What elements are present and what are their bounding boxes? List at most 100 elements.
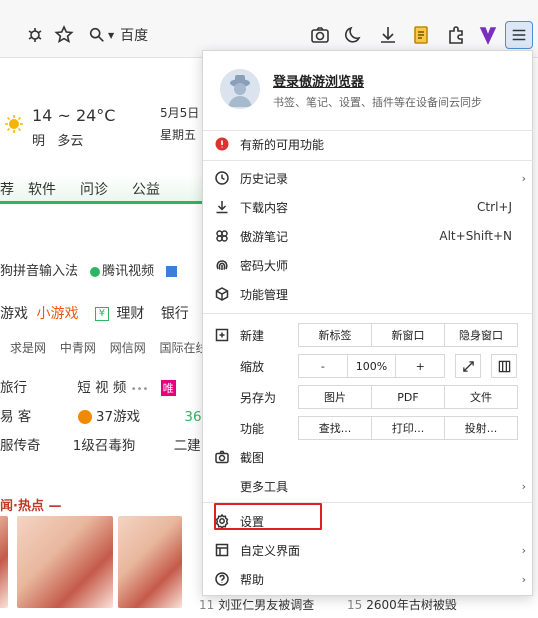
shortcut-label: Ctrl+J <box>477 200 512 214</box>
new-tab-button[interactable]: 新标签 <box>299 324 372 346</box>
menu-item-label: 密码大师 <box>240 258 289 273</box>
camera-icon[interactable] <box>309 24 331 46</box>
menu-item-customize-ui[interactable]: 自定义界面 › <box>203 537 534 563</box>
link[interactable]: 旅行 <box>0 380 27 396</box>
menu-item-settings[interactable]: 设置 <box>203 508 534 534</box>
puzzle-extensions-icon[interactable] <box>445 24 467 46</box>
link[interactable]: 国际在线 <box>160 341 208 355</box>
link[interactable]: 36 <box>184 409 201 425</box>
trending-item[interactable]: 11 刘亚仁男友被调查 <box>199 596 314 613</box>
nav-item[interactable]: 软件 <box>28 179 56 199</box>
search-engine-selector[interactable]: ▼ 百度 <box>88 22 288 48</box>
link[interactable]: 唯 <box>160 380 176 396</box>
v-logo-icon[interactable] <box>477 24 499 46</box>
favorite-star-icon[interactable] <box>53 24 75 46</box>
link-row: 旅行 短 视 频 ••• 唯 <box>0 376 176 396</box>
save-pdf-button[interactable]: PDF <box>372 386 445 408</box>
split-view-button[interactable] <box>491 354 517 378</box>
search-icon <box>89 27 104 42</box>
link-row: 服传奇 1级召毒狗 二建 <box>0 434 201 454</box>
divider <box>203 313 534 314</box>
menu-item-screenshot[interactable]: 截图 <box>203 444 534 470</box>
menu-item-label: 截图 <box>240 450 265 465</box>
night-mode-moon-icon[interactable] <box>343 24 365 46</box>
link[interactable]: 37游戏 <box>96 409 140 425</box>
save-file-button[interactable]: 文件 <box>445 386 517 408</box>
main-menu-button[interactable] <box>505 21 533 49</box>
print-button[interactable]: 打印... <box>372 417 445 439</box>
download-icon[interactable] <box>377 24 399 46</box>
layout-icon <box>214 542 230 558</box>
link[interactable]: 理财 <box>116 306 144 322</box>
find-button[interactable]: 查找... <box>299 417 372 439</box>
browser-main-menu: 登录傲游浏览器 书签、笔记、设置、插件等在设备间云同步 有新的可用功能 历史记录… <box>202 50 534 596</box>
fullscreen-button[interactable] <box>455 354 481 378</box>
link[interactable]: 银行 <box>161 306 189 322</box>
link[interactable]: 易 客 <box>0 409 31 425</box>
link[interactable]: 短 视 频 <box>77 380 126 396</box>
columns-icon <box>498 360 510 372</box>
nav-item[interactable]: 荐 <box>0 179 14 199</box>
menu-item-passwords[interactable]: 密码大师 <box>203 252 534 278</box>
game-37-icon <box>77 410 92 424</box>
menu-item-history[interactable]: 历史记录 › <box>203 165 534 191</box>
chevron-down-icon: ▼ <box>108 30 115 40</box>
gear-icon <box>214 513 230 529</box>
menu-item-downloads[interactable]: 下载内容 Ctrl+J <box>203 194 534 220</box>
clock-icon <box>214 170 230 186</box>
link[interactable]: 1级召毒狗 <box>73 438 136 454</box>
hamburger-icon <box>512 29 526 41</box>
link[interactable]: 游戏 <box>0 306 28 322</box>
menu-item-more-tools[interactable]: 更多工具 › <box>203 473 534 499</box>
cast-button[interactable]: 投射... <box>445 417 517 439</box>
link-row: 游戏 小游戏 ¥ 理财 银行 <box>0 303 189 323</box>
zoom-in-button[interactable]: + <box>396 355 444 377</box>
tencent-video-icon <box>90 266 101 277</box>
zoom-out-button[interactable]: - <box>299 355 348 377</box>
new-button-group: 新标签 新窗口 隐身窗口 <box>298 323 518 347</box>
link-row: 易 客 37游戏 36 <box>0 405 202 425</box>
link[interactable]: 腾讯视频 <box>102 264 154 279</box>
chevron-right-icon: › <box>521 479 526 493</box>
zoom-button-group: - 100% + <box>298 354 445 378</box>
login-title[interactable]: 登录傲游浏览器 <box>273 71 364 90</box>
menu-item-notes[interactable]: 傲游笔记 Alt+Shift+N <box>203 223 534 249</box>
chevron-right-icon: › <box>521 543 526 557</box>
trending-item[interactable]: 15 2600年古树被毁 <box>347 596 457 613</box>
incognito-window-button[interactable]: 隐身窗口 <box>445 324 517 346</box>
weather-temperature: 14 ~ 24°C <box>32 106 116 125</box>
link[interactable]: 狗拼音输入法 <box>0 264 78 279</box>
link[interactable]: 中青网 <box>60 341 96 355</box>
fingerprint-icon <box>214 257 230 273</box>
nav-item[interactable]: 公益 <box>132 179 160 199</box>
save-image-button[interactable]: 图片 <box>299 386 372 408</box>
link[interactable]: 二建 <box>174 438 201 454</box>
link[interactable]: 小游戏 <box>36 306 78 322</box>
menu-item-label: 自定义界面 <box>240 543 301 558</box>
search-engine-label: 百度 <box>120 28 149 44</box>
image-icon <box>166 266 178 277</box>
chevron-right-icon: › <box>521 572 526 586</box>
link[interactable]: 求是网 <box>10 341 46 355</box>
news-photo[interactable] <box>0 516 8 608</box>
extension-icon[interactable] <box>24 24 46 46</box>
hot-news-heading: 闻·热点 — <box>0 499 62 514</box>
menu-item-label: 有新的可用功能 <box>240 137 325 152</box>
camera-icon <box>214 449 230 465</box>
profile-section[interactable]: 登录傲游浏览器 书签、笔记、设置、插件等在设备间云同步 <box>203 51 534 123</box>
news-photo[interactable] <box>17 516 113 608</box>
link[interactable]: 服传奇 <box>0 438 41 454</box>
news-photo[interactable] <box>118 516 182 608</box>
nav-item[interactable]: 问诊 <box>80 179 108 199</box>
notes-icon <box>214 228 230 244</box>
menu-item-new-feature[interactable]: 有新的可用功能 <box>203 131 534 157</box>
new-tab-icon <box>214 327 230 343</box>
notes-icon[interactable] <box>411 24 433 46</box>
zoom-level-value: 100% <box>348 355 397 377</box>
date-label: 5月5日 <box>160 106 200 120</box>
new-window-button[interactable]: 新窗口 <box>372 324 445 346</box>
menu-item-help[interactable]: 帮助 › <box>203 566 534 592</box>
menu-item-feature-manager[interactable]: 功能管理 <box>203 281 534 307</box>
weekday-label: 星期五 <box>160 128 197 142</box>
link[interactable]: 网信网 <box>110 341 146 355</box>
